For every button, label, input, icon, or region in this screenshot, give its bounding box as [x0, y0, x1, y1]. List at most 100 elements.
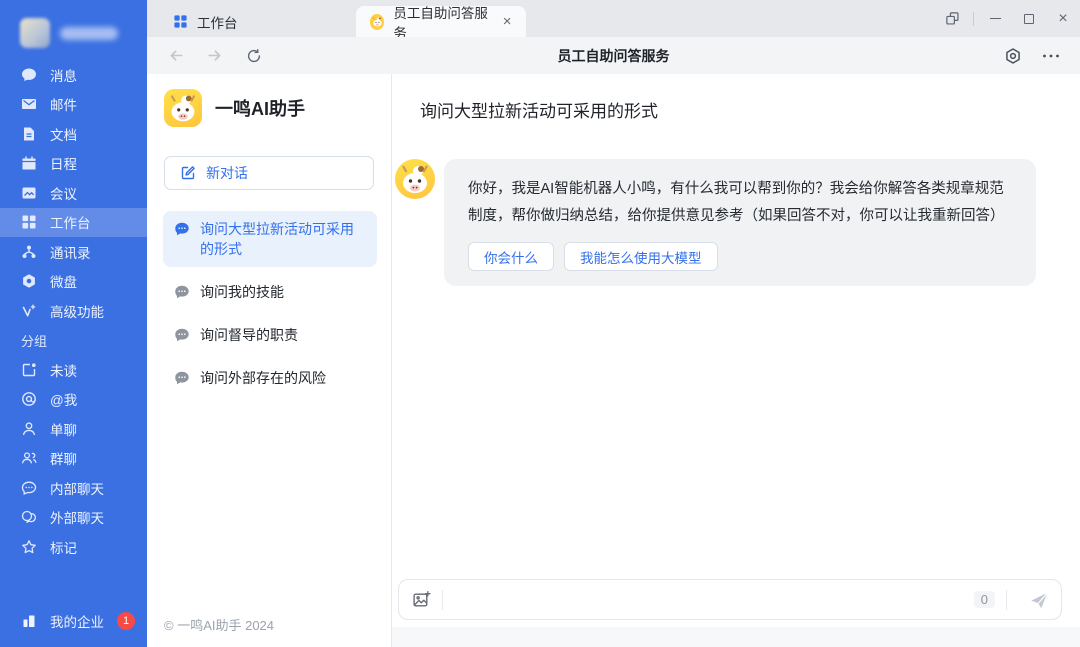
- conversation-icon: [174, 327, 190, 343]
- conversation-label: 询问督导的职责: [200, 325, 298, 345]
- sidebar-item-flagged[interactable]: 标记: [0, 532, 147, 562]
- sidebar-item-group-chat[interactable]: 群聊: [0, 444, 147, 474]
- conversation-item[interactable]: 询问外部存在的风险: [163, 360, 377, 396]
- conversation-icon: [174, 221, 190, 237]
- sidebar-item-label: @我: [50, 389, 77, 409]
- sidebar-item-my-enterprise[interactable]: 我的企业 1: [0, 603, 147, 647]
- assistant-avatar: [164, 89, 202, 127]
- sidebar-item-label: 标记: [50, 537, 77, 557]
- document-icon: [21, 126, 37, 142]
- copyright-footer: © 一鸣AI助手 2024: [147, 615, 391, 647]
- tab-bar: 工作台 员工自助问答服务 × ×: [147, 0, 1080, 37]
- sidebar-item-internal-chat[interactable]: 内部聊天: [0, 473, 147, 503]
- user-profile[interactable]: [0, 0, 147, 60]
- add-image-icon[interactable]: [412, 590, 431, 609]
- chat-title: 询问大型拉新活动可采用的形式: [392, 74, 1080, 122]
- send-icon[interactable]: [1029, 590, 1049, 610]
- back-button[interactable]: [159, 41, 193, 71]
- message-bubble: 你好，我是AI智能机器人小鸣，有什么我可以帮到你的？我会给你解答各类规章规范制度…: [444, 159, 1036, 286]
- new-chat-button[interactable]: 新对话: [164, 156, 374, 190]
- popout-window-icon[interactable]: [935, 0, 969, 37]
- unread-square-icon: [21, 362, 37, 378]
- assistant-panel: 一鸣AI助手 新对话 询问大型拉新活动可采用的形式 询问我的技能: [147, 74, 392, 647]
- settings-gear-icon[interactable]: [994, 41, 1032, 71]
- bot-message-avatar: [395, 159, 435, 199]
- sidebar-item-label: 外部聊天: [50, 507, 104, 527]
- message-input[interactable]: [454, 580, 974, 619]
- people-icon: [21, 450, 37, 466]
- suggestion-how-to-use-llm[interactable]: 我能怎么使用大模型: [564, 242, 718, 271]
- user-avatar: [20, 18, 50, 48]
- content-area: 一鸣AI助手 新对话 询问大型拉新活动可采用的形式 询问我的技能: [147, 74, 1080, 647]
- sidebar-item-label: 文档: [50, 124, 77, 144]
- app-window: 消息 邮件 文档 日程 会议 工作台 通讯录 微盘: [0, 0, 1080, 647]
- sidebar-item-at-me[interactable]: @我: [0, 385, 147, 415]
- sidebar-item-contacts[interactable]: 通讯录: [0, 237, 147, 267]
- sidebar-item-workbench[interactable]: 工作台: [0, 208, 147, 238]
- sidebar-item-calendar[interactable]: 日程: [0, 149, 147, 179]
- sidebar-item-label: 内部聊天: [50, 478, 104, 498]
- sidebar-item-messages[interactable]: 消息: [0, 60, 147, 90]
- more-options-icon[interactable]: [1032, 41, 1070, 71]
- message-text: 你好，我是AI智能机器人小鸣，有什么我可以帮到你的？我会给你解答各类规章规范制度…: [468, 176, 1012, 230]
- minimize-button[interactable]: [978, 0, 1012, 37]
- bubble-dots-icon: [21, 480, 37, 496]
- compose-icon: [180, 165, 196, 181]
- input-divider: [442, 590, 443, 610]
- sidebar-item-drive[interactable]: 微盘: [0, 267, 147, 297]
- conversation-icon: [174, 284, 190, 300]
- app-toolbar: 员工自助问答服务: [147, 37, 1080, 74]
- assistant-name: 一鸣AI助手: [215, 95, 305, 121]
- person-icon: [21, 421, 37, 437]
- magic-wand-icon: [21, 303, 37, 319]
- sidebar-item-direct-chat[interactable]: 单聊: [0, 414, 147, 444]
- conversation-item[interactable]: 询问大型拉新活动可采用的形式: [163, 211, 377, 267]
- tab-close-icon[interactable]: ×: [503, 14, 512, 29]
- message-input-bar: 0: [398, 579, 1062, 620]
- tab-workbench[interactable]: 工作台: [159, 6, 252, 37]
- conversation-item[interactable]: 询问督导的职责: [163, 317, 377, 353]
- conversation-label: 询问外部存在的风险: [200, 368, 326, 388]
- mail-icon: [21, 96, 37, 112]
- user-name-blurred: [60, 27, 118, 40]
- sidebar-item-label: 日程: [50, 153, 77, 173]
- double-bubble-icon: [21, 509, 37, 525]
- refresh-button[interactable]: [237, 41, 271, 71]
- new-chat-label: 新对话: [206, 163, 248, 183]
- maximize-button[interactable]: [1012, 0, 1046, 37]
- calendar-icon: [21, 155, 37, 171]
- sidebar-item-advanced[interactable]: 高级功能: [0, 296, 147, 326]
- conversation-label: 询问大型拉新活动可采用的形式: [200, 219, 366, 259]
- page-title: 员工自助问答服务: [147, 46, 1080, 66]
- sidebar-item-label: 通讯录: [50, 242, 91, 262]
- assistant-avatar-icon: [370, 14, 385, 30]
- input-divider: [1006, 590, 1007, 610]
- star-icon: [21, 539, 37, 555]
- sidebar-item-meetings[interactable]: 会议: [0, 178, 147, 208]
- close-button[interactable]: ×: [1046, 0, 1080, 37]
- assistant-header: 一鸣AI助手: [147, 74, 391, 127]
- grid-icon: [173, 14, 188, 29]
- conversation-item[interactable]: 询问我的技能: [163, 274, 377, 310]
- sidebar-item-mail[interactable]: 邮件: [0, 90, 147, 120]
- window-controls-divider: [973, 12, 974, 26]
- building-icon: [21, 613, 37, 629]
- forward-button[interactable]: [197, 41, 231, 71]
- char-counter: 0: [974, 591, 995, 608]
- chat-area: 询问大型拉新活动可采用的形式 你好，我是AI智能机器人小鸣，有什么我可以帮到你的…: [392, 74, 1080, 647]
- sidebar-item-label: 群聊: [50, 448, 77, 468]
- suggestion-what-can-you-do[interactable]: 你会什么: [468, 242, 554, 271]
- sidebar-item-unread[interactable]: 未读: [0, 355, 147, 385]
- hexagon-drive-icon: [21, 273, 37, 289]
- conversation-list: 询问大型拉新活动可采用的形式 询问我的技能 询问督导的职责 询问外部存在的风险: [163, 211, 377, 396]
- sidebar-item-label: 邮件: [50, 94, 77, 114]
- meeting-icon: [21, 185, 37, 201]
- tab-qa-service[interactable]: 员工自助问答服务 ×: [356, 6, 526, 37]
- sidebar-item-external-chat[interactable]: 外部聊天: [0, 503, 147, 533]
- conversation-label: 询问我的技能: [200, 282, 284, 302]
- sidebar-item-docs[interactable]: 文档: [0, 119, 147, 149]
- sidebar-item-label: 我的企业: [50, 611, 104, 631]
- tab-label: 员工自助问答服务: [393, 2, 493, 42]
- org-chart-icon: [21, 244, 37, 260]
- chat-scroll-region[interactable]: [392, 286, 1080, 579]
